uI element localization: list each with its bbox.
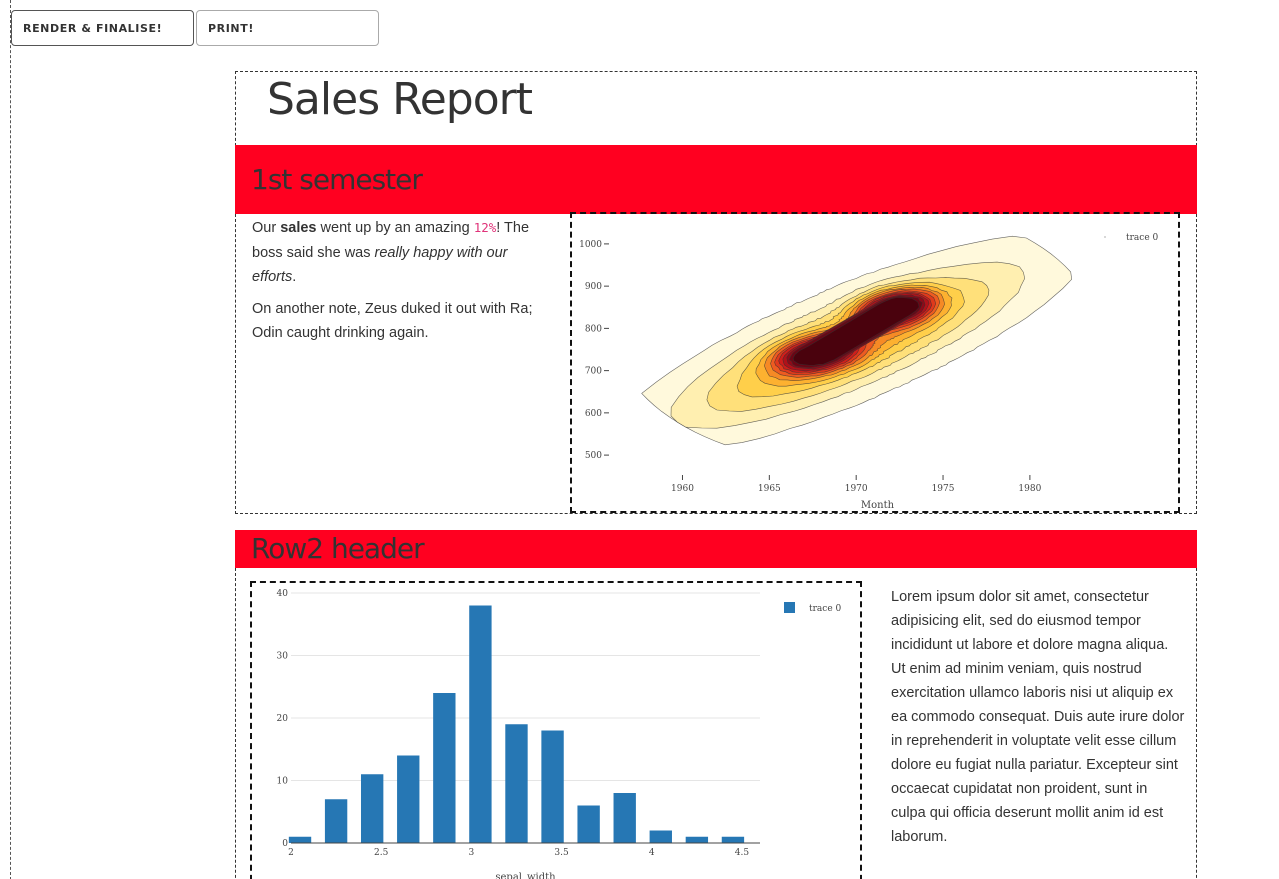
histogram-bar: [505, 724, 528, 843]
x-tick-label: 3: [469, 848, 475, 858]
section-header-1: 1st semester: [235, 145, 1197, 214]
x-tick-label: 2.5: [374, 848, 389, 858]
render-finalise-button[interactable]: RENDER & FINALISE!: [11, 10, 194, 46]
lorem-paragraph: Lorem ipsum dolor sit amet, consectetur …: [891, 589, 1185, 845]
text-run: Our: [252, 220, 281, 236]
section-header-2: Row2 header: [235, 530, 1197, 568]
y-tick-label: 10: [277, 777, 289, 787]
x-tick-label: 1965: [758, 484, 781, 494]
histogram-bar: [721, 836, 745, 843]
y-tick-label: 900: [585, 282, 602, 292]
x-tick-label: 1960: [671, 484, 694, 494]
section-row-1: Our sales went up by an amazing 12%! The…: [235, 212, 1197, 514]
histogram-bar: [324, 799, 348, 843]
histogram-bar: [433, 693, 456, 843]
legend-marker: [1104, 236, 1106, 238]
print-button[interactable]: PRINT!: [196, 10, 379, 46]
inline-code: 12%: [473, 220, 497, 235]
x-tick-label: 4: [649, 848, 655, 858]
y-tick-label: 30: [277, 652, 289, 662]
section1-text: Our sales went up by an amazing 12%! The…: [252, 216, 544, 353]
histogram-svg: 0102030402 2.5 3 3.5 4 4.5sepal_widthtrace 0: [277, 589, 842, 879]
report-title-box: Sales Report: [235, 71, 1197, 146]
y-tick-label: 600: [585, 409, 602, 419]
y-tick-label: 1000: [579, 240, 602, 250]
x-tick-label: 1975: [932, 484, 955, 494]
x-tick-label: 4.5: [735, 848, 750, 858]
histogram-bar: [469, 605, 492, 843]
histogram-bar: [360, 774, 384, 843]
report-title: Sales Report: [267, 74, 533, 125]
x-tick-label: 2: [288, 848, 294, 858]
histogram-bar: [577, 805, 600, 843]
section1-paragraph-1: Our sales went up by an amazing 12%! The…: [252, 216, 544, 290]
section-title-2: Row2 header: [251, 532, 425, 565]
x-tick-label: 1980: [1018, 484, 1041, 494]
histogram-bar: [288, 836, 312, 843]
y-tick-label: 20: [277, 714, 289, 724]
histogram-bar: [685, 836, 709, 843]
x-tick-label: 1970: [845, 484, 868, 494]
y-tick-label: 500: [585, 451, 602, 461]
histogram-bar: [397, 755, 420, 843]
histogram-bar: [649, 830, 672, 843]
legend-swatch: [784, 602, 795, 613]
section1-paragraph-2: On another note, Zeus duked it out with …: [252, 300, 533, 342]
y-tick-label: 40: [277, 589, 289, 599]
histogram-bar: [541, 730, 564, 843]
report: Sales Report 1st semester Our sales went…: [235, 71, 1197, 879]
y-tick-label: 800: [585, 324, 602, 334]
y-tick-label: 700: [585, 367, 602, 377]
bold-text: sales: [280, 220, 317, 236]
legend-label: trace 0: [809, 604, 842, 614]
text-run: went up by an amazing: [316, 220, 474, 236]
x-tick-label: 3.5: [554, 848, 569, 858]
section-title-1: 1st semester: [251, 163, 423, 196]
section-row-2: 0 10 20 30 40 2 2.5 3 3.5 4 4.5 sepal_width trace 0 …: [235, 568, 1197, 879]
histogram-bar: [613, 793, 636, 843]
x-axis-title: Month: [861, 500, 895, 511]
x-axis-title: sepal_width: [495, 872, 556, 879]
density-contour-svg: 1960 1965 1970 1975 1980 500 600 700 800 900 1000 M…: [579, 233, 1159, 511]
legend-label: trace 0: [1126, 233, 1159, 243]
density-contour-chart[interactable]: 1960 1965 1970 1975 1980 500 600 700 800 900 1000 M…: [570, 212, 1180, 513]
histogram-chart[interactable]: 0 10 20 30 40 2 2.5 3 3.5 4 4.5 sepal_width trace 0: [250, 581, 862, 879]
text-run: .: [292, 269, 297, 285]
